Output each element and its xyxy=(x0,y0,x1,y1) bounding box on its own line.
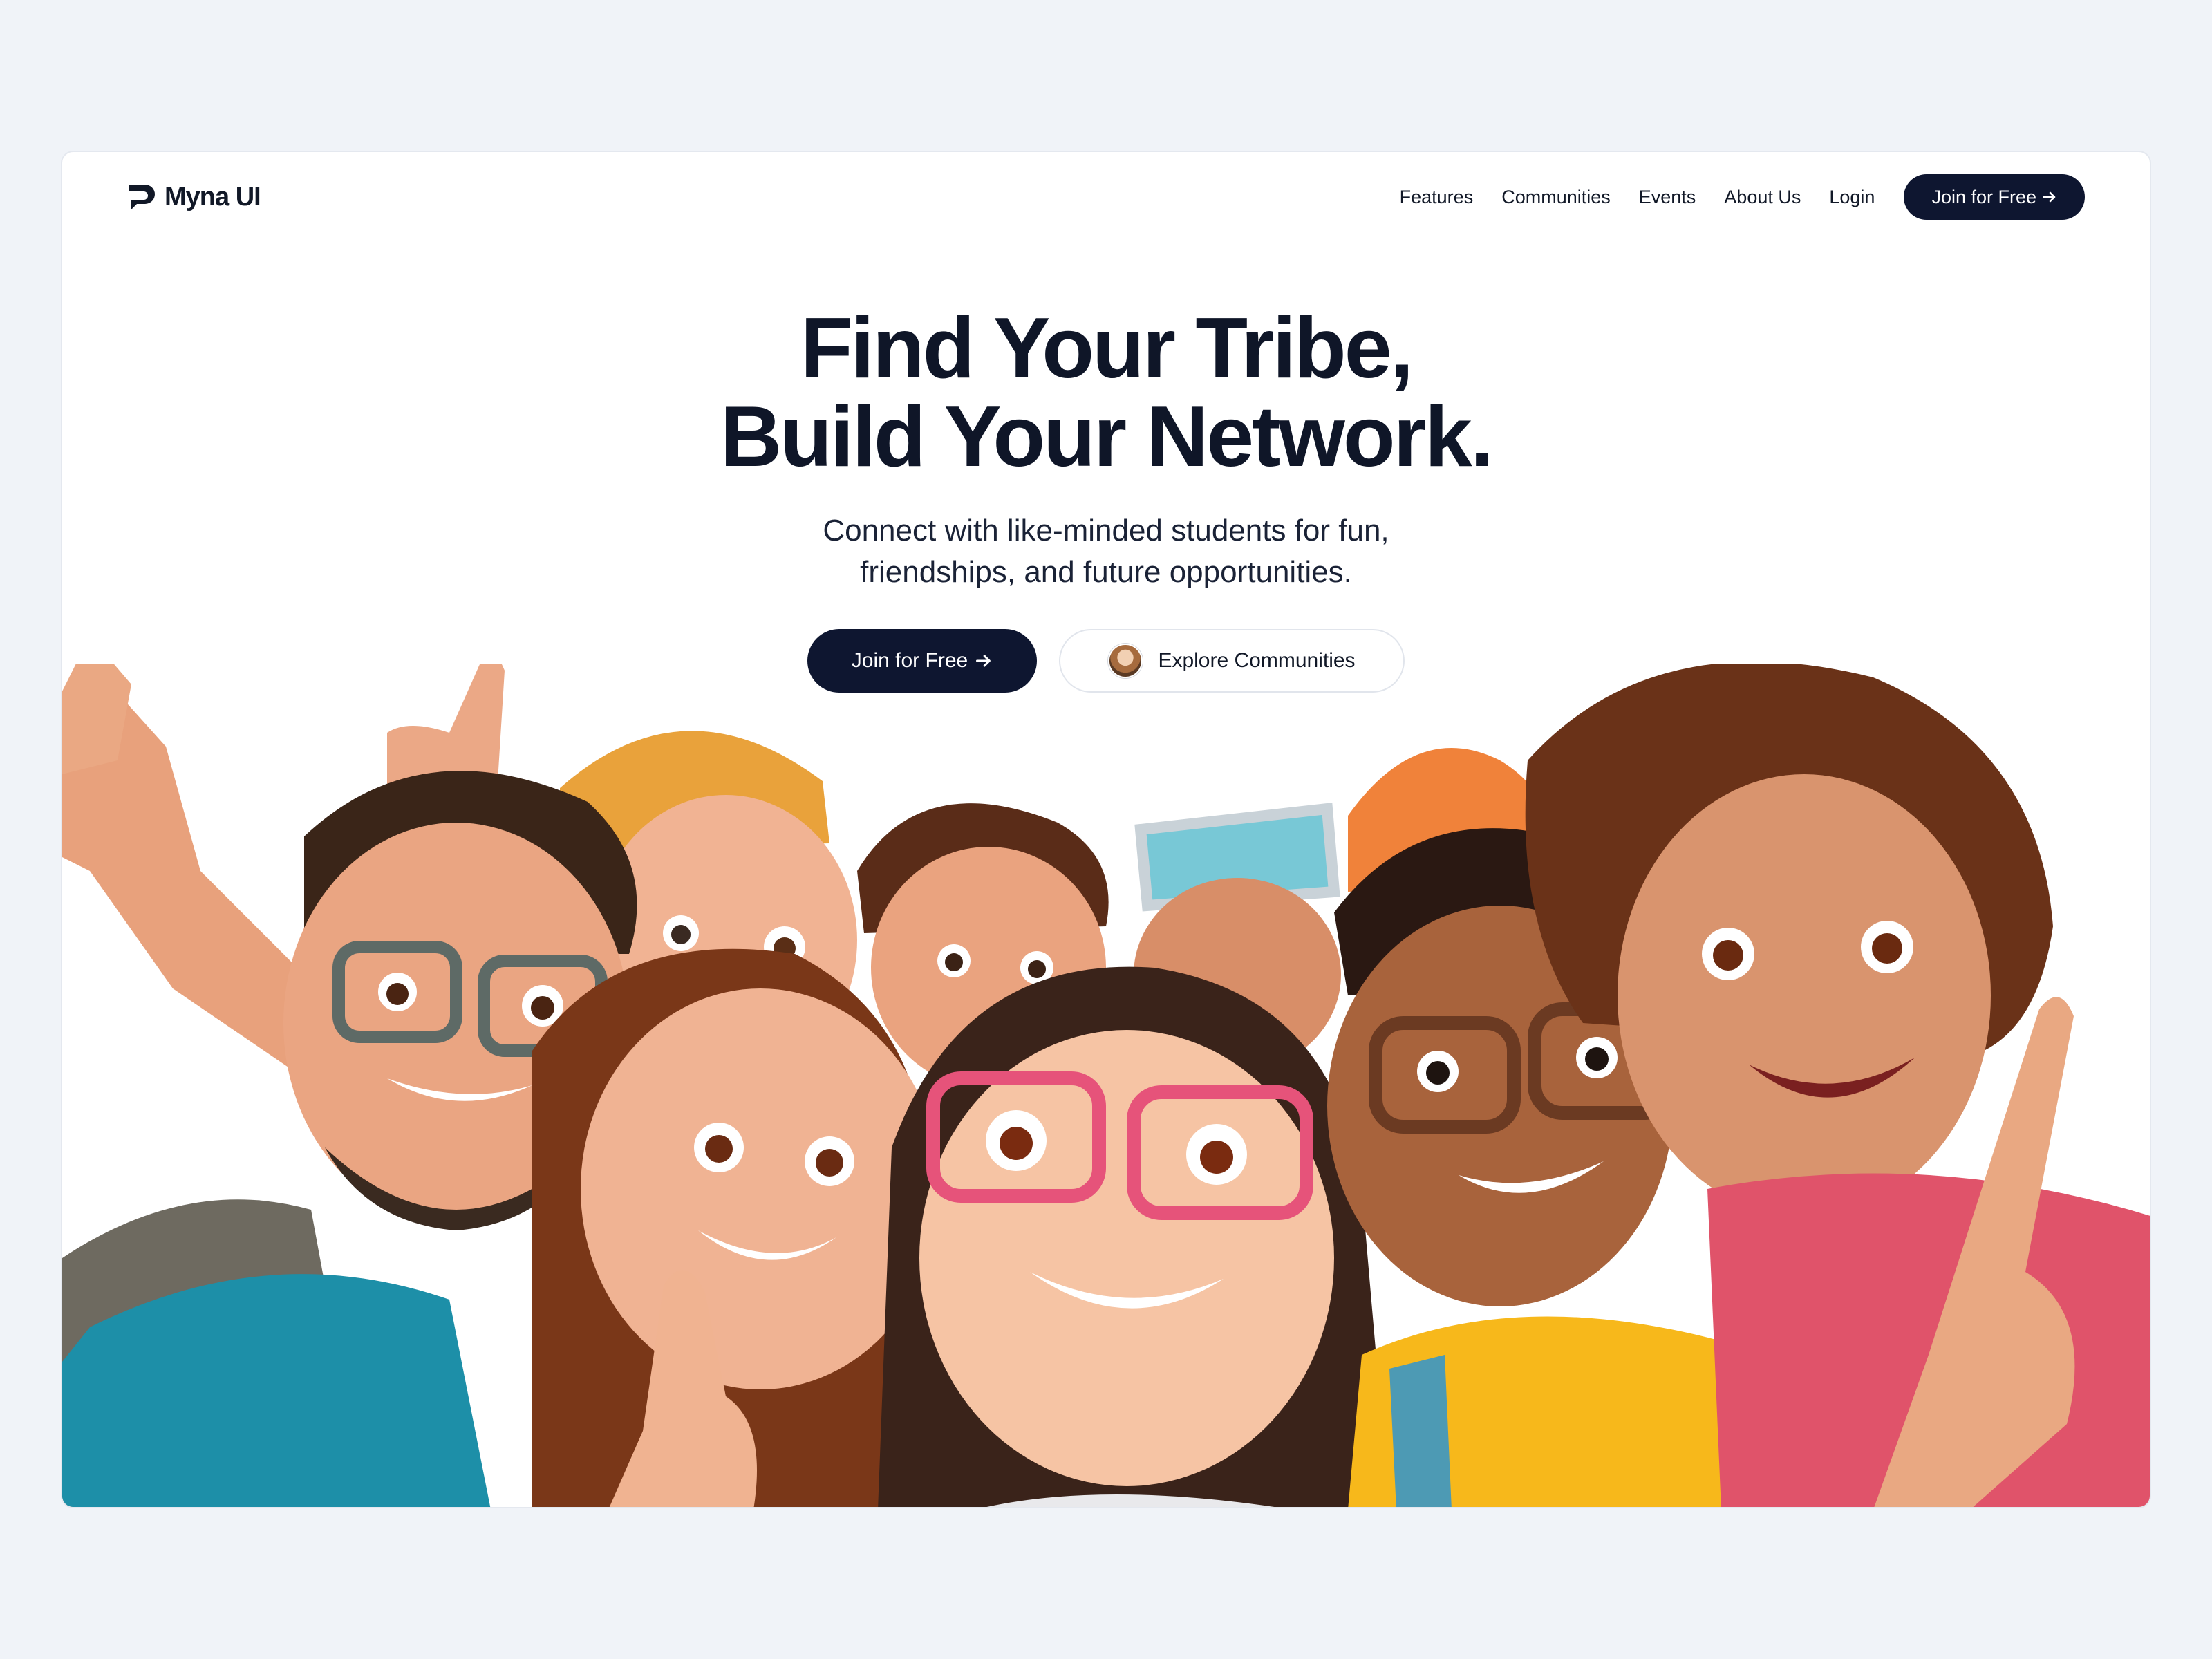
hero-actions: Join for Free Explore Communities xyxy=(62,629,2150,693)
join-for-free-button[interactable]: Join for Free xyxy=(807,629,1037,693)
explore-communities-button[interactable]: Explore Communities xyxy=(1059,629,1405,693)
hero-subtitle-line-1: Connect with like-minded students for fu… xyxy=(823,514,1389,547)
nav-link-login[interactable]: Login xyxy=(1829,187,1875,208)
arrow-right-icon xyxy=(976,655,991,667)
nav-link-about-us[interactable]: About Us xyxy=(1724,187,1801,208)
nav-links: Features Communities Events About Us Log… xyxy=(1400,174,2085,220)
hero-title: Find Your Tribe, Build Your Network. xyxy=(62,304,2150,481)
hero-subtitle: Connect with like-minded students for fu… xyxy=(62,510,2150,593)
students-group-illustration xyxy=(62,664,2150,1507)
explore-communities-label: Explore Communities xyxy=(1158,649,1356,672)
landing-page: Myna UI Features Communities Events Abou… xyxy=(61,151,2151,1508)
nav-link-events[interactable]: Events xyxy=(1639,187,1696,208)
join-for-free-label: Join for Free xyxy=(851,649,968,672)
character-pink-glasses-girl xyxy=(878,966,1389,1507)
avatar xyxy=(1108,644,1143,678)
brand-name: Myna UI xyxy=(165,182,261,212)
top-navigation: Myna UI Features Communities Events Abou… xyxy=(62,152,2150,242)
nav-link-communities[interactable]: Communities xyxy=(1501,187,1611,208)
myna-logo-icon xyxy=(129,185,155,209)
nav-join-button[interactable]: Join for Free xyxy=(1904,174,2085,220)
brand[interactable]: Myna UI xyxy=(126,182,261,212)
hero-title-line-2: Build Your Network. xyxy=(720,389,1494,485)
hero-subtitle-line-2: friendships, and future opportunities. xyxy=(860,555,1352,589)
hero-title-line-1: Find Your Tribe, xyxy=(800,301,1414,396)
hero-section: Find Your Tribe, Build Your Network. Con… xyxy=(62,304,2150,693)
arrow-right-icon xyxy=(2043,191,2056,203)
nav-join-label: Join for Free xyxy=(1931,186,2036,207)
nav-link-features[interactable]: Features xyxy=(1400,187,1474,208)
